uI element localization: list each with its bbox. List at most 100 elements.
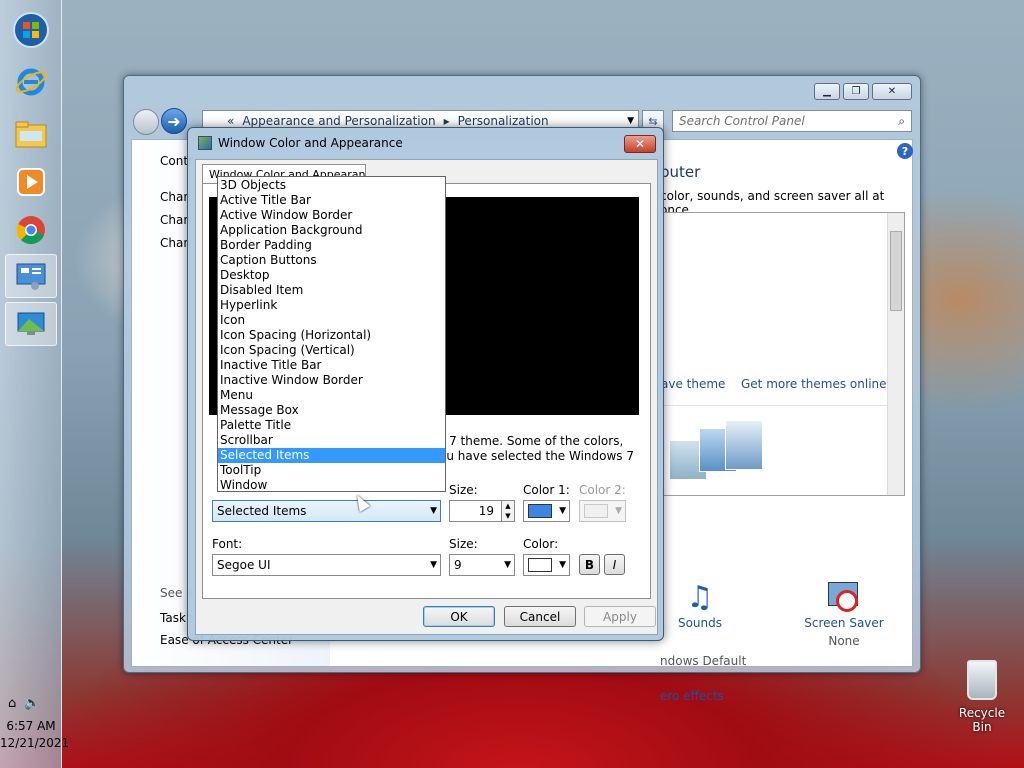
- screen-saver-value: None: [828, 634, 860, 648]
- dialog-title: Window Color and Appearance: [218, 136, 403, 150]
- breadcrumb-separator[interactable]: ▸: [444, 114, 450, 128]
- file-explorer-icon: [15, 121, 47, 148]
- description-line-2: ou have selected the Windows 7: [439, 449, 635, 463]
- item-size-input[interactable]: 19: [449, 500, 503, 522]
- screen-saver-button[interactable]: Screen Saver None: [796, 580, 892, 648]
- search-input[interactable]: Search Control Panel ⌕: [672, 110, 912, 132]
- recycle-bin-label: Recycle Bin: [958, 706, 1006, 734]
- back-button[interactable]: [133, 109, 159, 135]
- forward-button[interactable]: ➜: [161, 108, 187, 134]
- close-button[interactable]: ✕: [872, 83, 912, 100]
- recycle-bin[interactable]: Recycle Bin: [948, 660, 1016, 734]
- dropdown-item[interactable]: Icon: [218, 313, 445, 328]
- color1-swatch: [528, 504, 552, 518]
- font-combo-value: Segoe UI: [217, 558, 271, 572]
- taskbar-personalization-button[interactable]: [5, 302, 57, 346]
- internet-explorer-icon: [15, 68, 47, 96]
- screen-saver-icon: [826, 580, 862, 616]
- minimize-button[interactable]: ▁: [814, 83, 840, 100]
- breadcrumb-personalization[interactable]: Personalization: [458, 114, 549, 128]
- item-size-label: Size:: [449, 483, 478, 497]
- dropdown-item[interactable]: Selected Items: [218, 448, 445, 463]
- item-size-spinner[interactable]: ▲ ▼: [501, 500, 515, 522]
- font-color-swatch: [528, 558, 552, 572]
- themes-divider: [661, 405, 887, 406]
- arrow-right-icon: ➜: [167, 111, 181, 131]
- breadcrumb-appearance[interactable]: Appearance and Personalization: [242, 114, 435, 128]
- themes-list[interactable]: ave theme Get more themes online: [660, 212, 905, 496]
- dropdown-item[interactable]: Inactive Window Border: [218, 373, 445, 388]
- theme-thumbnail[interactable]: [669, 418, 763, 484]
- dropdown-item[interactable]: Border Padding: [218, 238, 445, 253]
- tray-icons: ⌂ 🔈: [8, 696, 40, 711]
- taskbar-explorer-button[interactable]: [5, 112, 57, 156]
- cancel-button[interactable]: Cancel: [504, 606, 576, 627]
- chevron-down-icon: ▼: [504, 560, 511, 570]
- dropdown-item[interactable]: Application Background: [218, 223, 445, 238]
- sounds-label: Sounds: [677, 616, 723, 630]
- color1-picker[interactable]: ▼: [523, 500, 570, 522]
- clock-time[interactable]: 6:57 AM: [0, 718, 62, 735]
- theme-thumb-3: [725, 420, 763, 470]
- themes-scrollbar[interactable]: [887, 213, 904, 495]
- dropdown-item[interactable]: Window: [218, 478, 445, 493]
- item-dropdown-list[interactable]: 3D Objects Active Title Bar Active Window …: [217, 176, 446, 492]
- clock-date[interactable]: 12/21/2021: [0, 735, 69, 752]
- search-icon: ⌕: [898, 113, 905, 128]
- color2-label: Color 2:: [579, 483, 626, 497]
- dropdown-item[interactable]: Caption Buttons: [218, 253, 445, 268]
- description-text: s 7 theme. Some of the colors, ou have s…: [439, 434, 634, 464]
- dropdown-item[interactable]: Menu: [218, 388, 445, 403]
- maximize-button[interactable]: ❐: [843, 83, 869, 100]
- taskbar-chrome-button[interactable]: [5, 208, 57, 252]
- apply-button[interactable]: Apply: [584, 606, 656, 627]
- sounds-button[interactable]: ♫ Sounds: [660, 580, 740, 630]
- taskbar-media-button[interactable]: [5, 160, 57, 204]
- font-size-combo[interactable]: 9 ▼: [449, 554, 515, 576]
- dialog-title-icon: [198, 136, 212, 150]
- taskbar-ie-button[interactable]: [5, 60, 57, 104]
- save-theme-link[interactable]: ave theme: [661, 377, 725, 391]
- help-icon[interactable]: ?: [897, 143, 913, 159]
- dialog-close-button[interactable]: ✕: [624, 135, 656, 153]
- dropdown-item[interactable]: ToolTip: [218, 463, 445, 478]
- network-icon[interactable]: ⌂: [8, 696, 16, 711]
- close-icon: ✕: [634, 137, 646, 151]
- screen-saver-label: Screen Saver: [804, 616, 884, 630]
- dropdown-item[interactable]: Icon Spacing (Horizontal): [218, 328, 445, 343]
- control-panel-icon: [16, 263, 46, 290]
- refresh-icon: ⇆: [648, 114, 658, 128]
- dropdown-item[interactable]: Desktop: [218, 268, 445, 283]
- dropdown-item[interactable]: 3D Objects: [218, 178, 445, 193]
- dropdown-item[interactable]: Hyperlink: [218, 298, 445, 313]
- dropdown-item[interactable]: Active Title Bar: [218, 193, 445, 208]
- ok-button[interactable]: OK: [423, 606, 495, 627]
- personalization-icon: [17, 312, 45, 335]
- color2-picker[interactable]: ▼: [579, 500, 626, 522]
- description-line-1: s 7 theme. Some of the colors,: [439, 434, 624, 448]
- dropdown-item[interactable]: Message Box: [218, 403, 445, 418]
- start-orb-icon: [13, 12, 49, 48]
- taskbar-control-panel-button[interactable]: [5, 254, 57, 298]
- chrome-icon: [16, 216, 45, 245]
- font-combo[interactable]: Segoe UI ▼: [212, 554, 441, 576]
- sounds-value: ndows Default: [660, 654, 747, 668]
- dropdown-item[interactable]: Palette Title: [218, 418, 445, 433]
- dropdown-item[interactable]: Scrollbar: [218, 433, 445, 448]
- bold-button[interactable]: B: [579, 554, 600, 575]
- volume-icon[interactable]: 🔈: [24, 696, 40, 711]
- item-combo[interactable]: Selected Items ▼: [212, 500, 441, 522]
- start-button[interactable]: [5, 8, 57, 52]
- chevron-down-icon: ▼: [430, 560, 437, 570]
- italic-button[interactable]: I: [604, 554, 625, 575]
- chevron-down-icon: ▼: [559, 560, 566, 570]
- dropdown-item[interactable]: Icon Spacing (Vertical): [218, 343, 445, 358]
- dropdown-item[interactable]: Disabled Item: [218, 283, 445, 298]
- aero-effects-link[interactable]: ero effects: [660, 689, 724, 703]
- dropdown-item[interactable]: Active Window Border: [218, 208, 445, 223]
- address-dropdown-icon[interactable]: ▼: [627, 116, 634, 126]
- get-more-themes-link[interactable]: Get more themes online: [741, 377, 887, 391]
- font-color-picker[interactable]: ▼: [523, 554, 570, 576]
- themes-scroll-thumb[interactable]: [890, 231, 902, 311]
- dropdown-item[interactable]: Inactive Title Bar: [218, 358, 445, 373]
